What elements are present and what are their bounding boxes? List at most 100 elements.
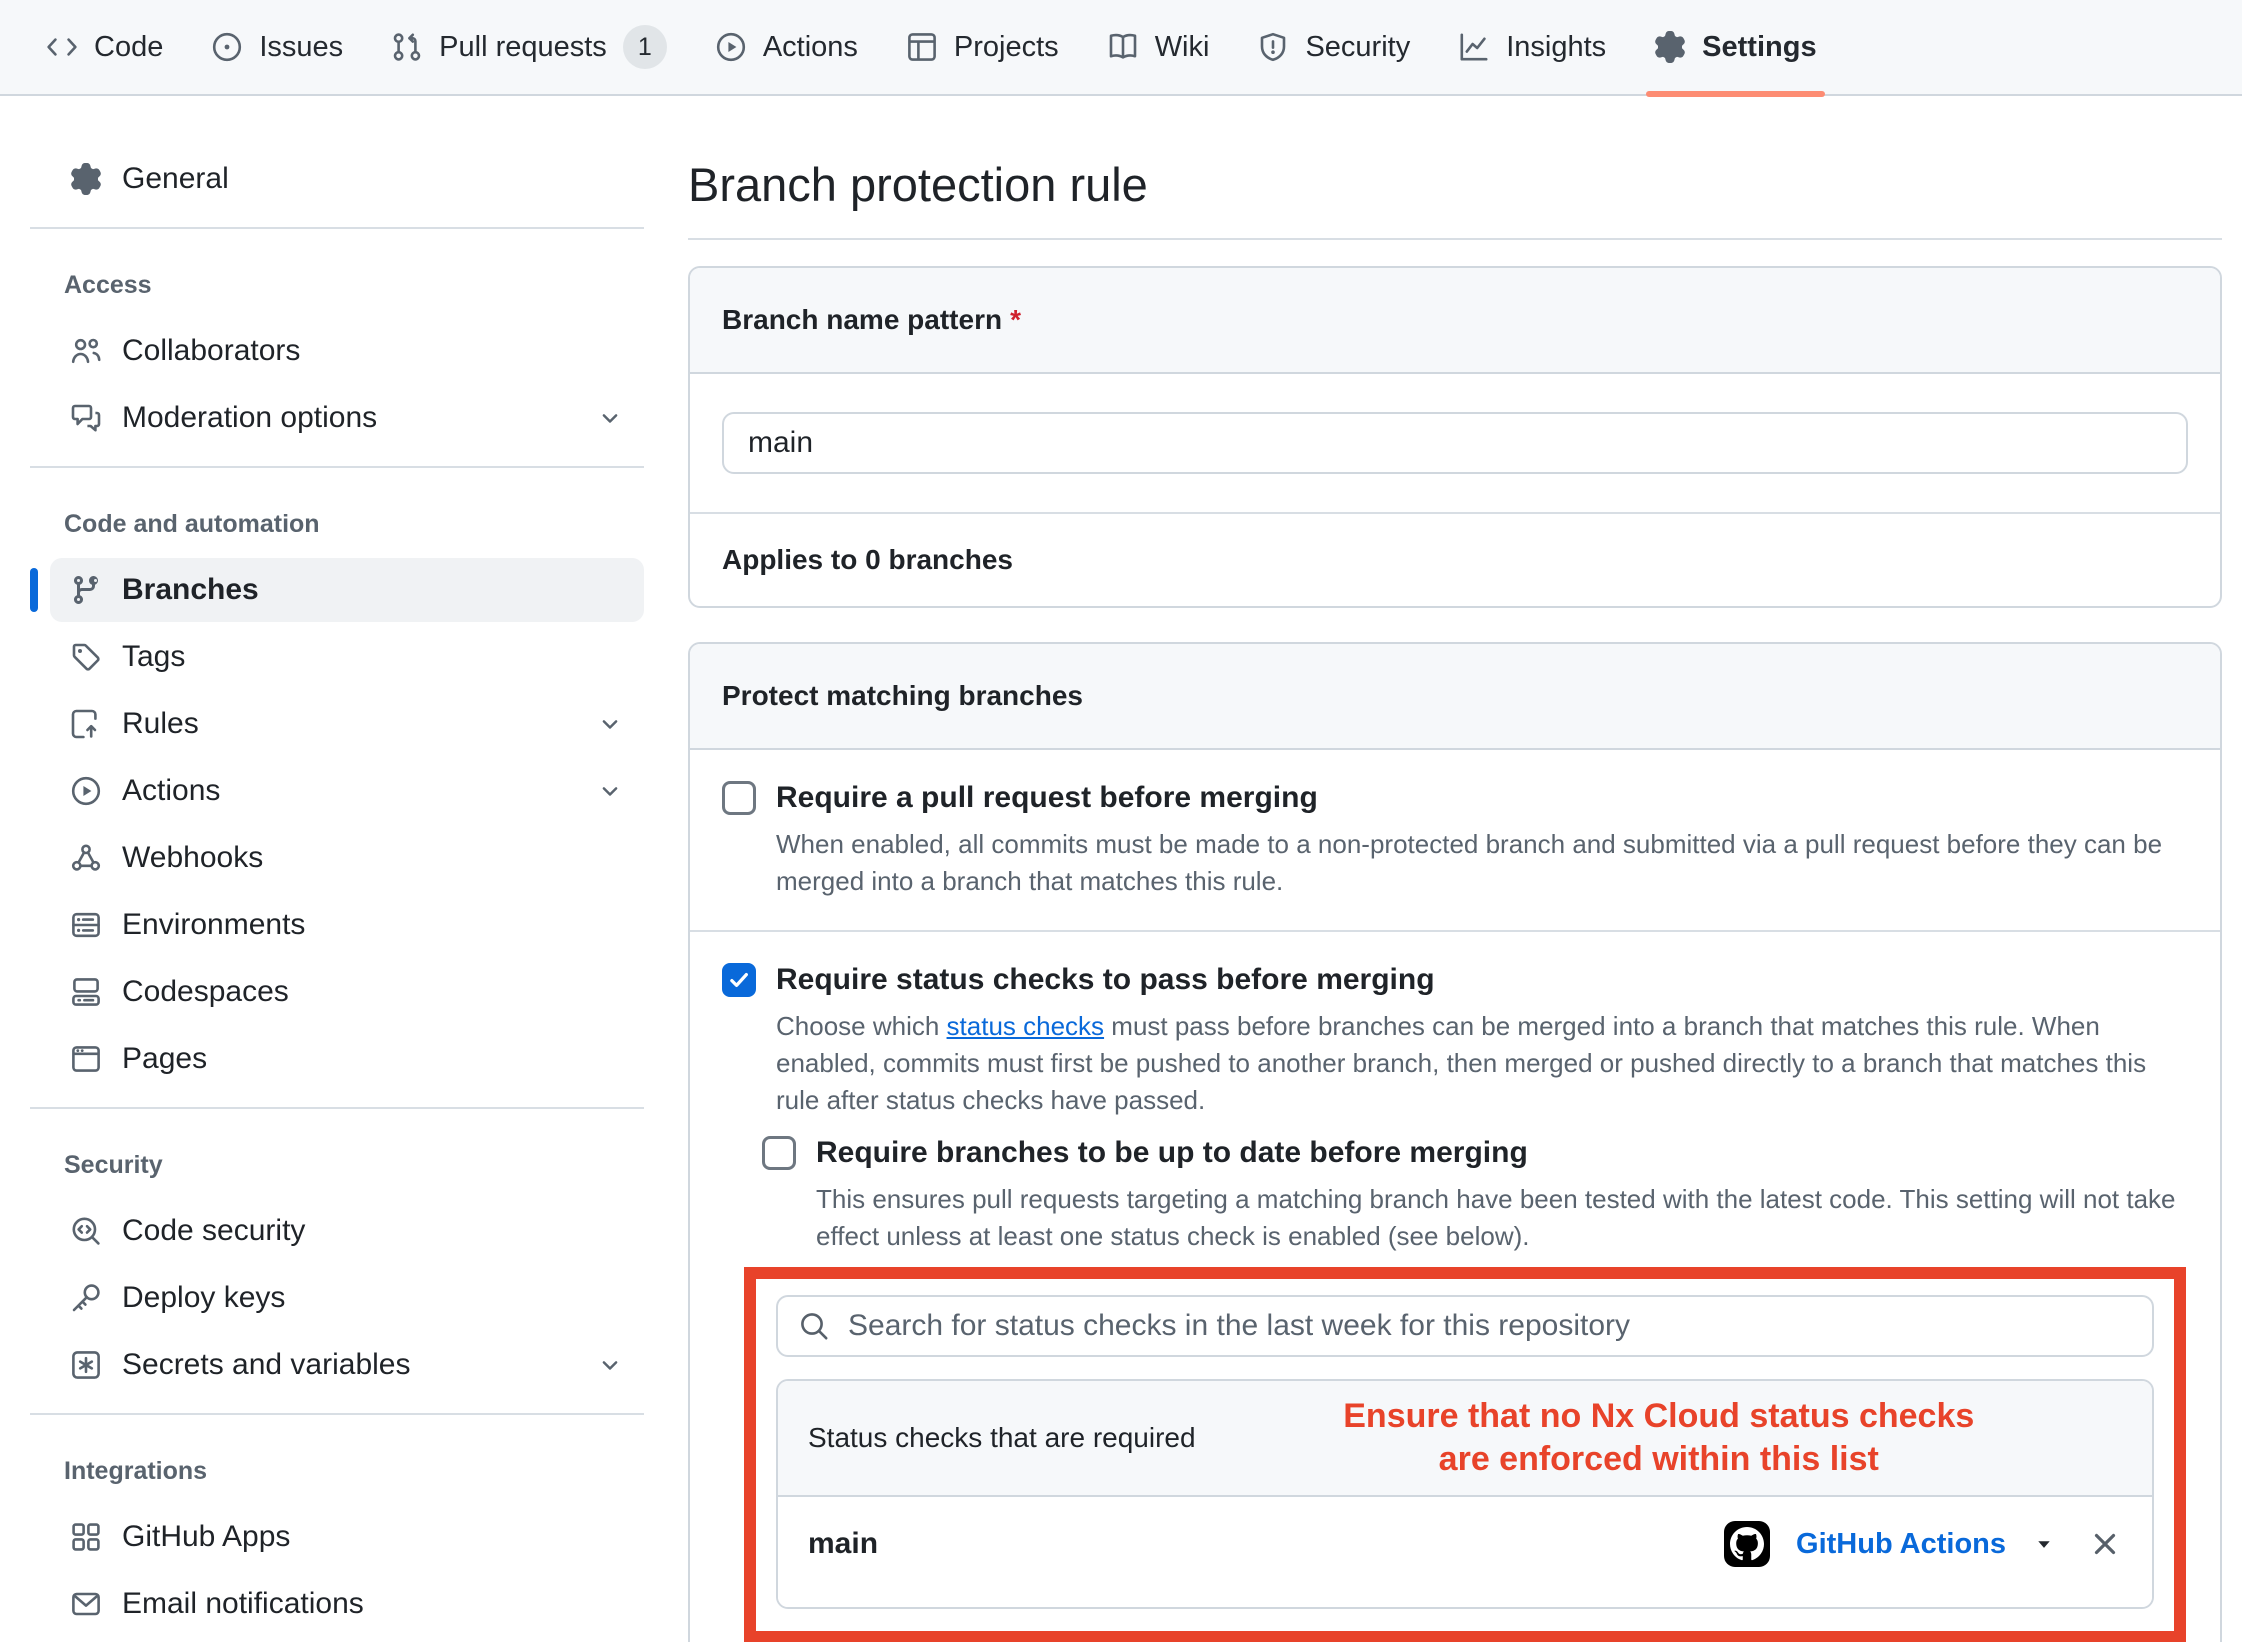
sidebar-item-label: GitHub Apps bbox=[122, 1520, 290, 1554]
require-pull-request-description: When enabled, all commits must be made t… bbox=[776, 826, 2188, 900]
sidebar-item-codespaces[interactable]: Codespaces bbox=[50, 960, 644, 1024]
protect-matching-branches-card: Protect matching branches Require a pull… bbox=[688, 642, 2222, 1642]
sidebar-section-code-and-automation: Code and automation bbox=[30, 484, 660, 555]
sidebar-divider bbox=[30, 1413, 644, 1415]
table-icon bbox=[906, 31, 938, 63]
tag-icon bbox=[70, 641, 102, 673]
required-status-checks-panel: Status checks that are required Ensure t… bbox=[776, 1379, 2154, 1609]
tab-label: Settings bbox=[1702, 31, 1816, 64]
codescan-icon bbox=[70, 1215, 102, 1247]
sidebar-item-tags[interactable]: Tags bbox=[50, 625, 644, 689]
tab-label: Security bbox=[1305, 31, 1410, 64]
chevron-down-icon bbox=[596, 1351, 624, 1379]
sidebar-item-webhooks[interactable]: Webhooks bbox=[50, 826, 644, 890]
require-up-to-date-checkbox[interactable] bbox=[762, 1136, 796, 1170]
tab-code[interactable]: Code bbox=[22, 0, 187, 95]
sidebar-item-code-security[interactable]: Code security bbox=[50, 1199, 644, 1263]
sidebar-item-rules[interactable]: Rules bbox=[50, 692, 644, 756]
issue-icon bbox=[211, 31, 243, 63]
require-status-checks-checkbox[interactable] bbox=[722, 963, 756, 997]
branch-name-pattern-input[interactable] bbox=[722, 412, 2188, 474]
key-icon bbox=[70, 1282, 102, 1314]
sidebar-divider bbox=[30, 466, 644, 468]
applies-to-branches-text: Applies to 0 branches bbox=[690, 512, 2220, 606]
sidebar-item-label: Tags bbox=[122, 640, 185, 674]
gear-icon bbox=[1654, 31, 1686, 63]
tab-security[interactable]: Security bbox=[1233, 0, 1434, 95]
sidebar-item-deploy-keys[interactable]: Deploy keys bbox=[50, 1266, 644, 1330]
shield-icon bbox=[1257, 31, 1289, 63]
tab-label: Wiki bbox=[1155, 31, 1210, 64]
github-mark-icon bbox=[1730, 1527, 1764, 1561]
book-icon bbox=[1107, 31, 1139, 63]
status-check-name: main bbox=[808, 1527, 878, 1561]
sidebar-item-environments[interactable]: Environments bbox=[50, 893, 644, 957]
tab-insights[interactable]: Insights bbox=[1434, 0, 1630, 95]
comment-discussion-icon bbox=[70, 402, 102, 434]
tab-projects[interactable]: Projects bbox=[882, 0, 1083, 95]
check-icon bbox=[726, 967, 752, 993]
git-pull-request-icon bbox=[391, 31, 423, 63]
require-status-checks-description: Choose which status checks must pass bef… bbox=[776, 1008, 2188, 1119]
search-icon bbox=[798, 1310, 830, 1342]
sidebar-item-moderation-options[interactable]: Moderation options bbox=[50, 386, 644, 450]
sidebar-divider bbox=[30, 1107, 644, 1109]
status-checks-search-input[interactable] bbox=[776, 1295, 2154, 1357]
webhook-icon bbox=[70, 842, 102, 874]
asterisk-box-icon bbox=[70, 1349, 102, 1381]
graph-icon bbox=[1458, 31, 1490, 63]
apps-icon bbox=[70, 1521, 102, 1553]
sidebar-section-integrations: Integrations bbox=[30, 1431, 660, 1502]
tab-label: Insights bbox=[1506, 31, 1606, 64]
require-up-to-date-section: Require branches to be up to date before… bbox=[762, 1133, 2188, 1255]
sidebar-item-label: Pages bbox=[122, 1042, 207, 1076]
sidebar-item-collaborators[interactable]: Collaborators bbox=[50, 319, 644, 383]
required-asterisk: * bbox=[1010, 304, 1021, 335]
sidebar-item-label: Collaborators bbox=[122, 334, 300, 368]
page-title: Branch protection rule bbox=[688, 156, 2222, 214]
sidebar-item-github-apps[interactable]: GitHub Apps bbox=[50, 1505, 644, 1569]
sidebar-item-branches[interactable]: Branches bbox=[50, 558, 644, 622]
github-actions-link[interactable]: GitHub Actions bbox=[1796, 1528, 2006, 1561]
sidebar-item-secrets-and-variables[interactable]: Secrets and variables bbox=[50, 1333, 644, 1397]
mail-icon bbox=[70, 1588, 102, 1620]
tab-pull-requests[interactable]: Pull requests 1 bbox=[367, 0, 691, 95]
status-checks-link[interactable]: status checks bbox=[947, 1011, 1105, 1041]
main-content: Branch protection rule Branch name patte… bbox=[660, 96, 2242, 1642]
repo-tab-bar: Code Issues Pull requests 1 Actions Proj… bbox=[0, 0, 2242, 96]
chevron-down-icon bbox=[596, 710, 624, 738]
branch-name-pattern-card: Branch name pattern* Applies to 0 branch… bbox=[688, 266, 2222, 608]
remove-status-check-button[interactable] bbox=[2088, 1527, 2122, 1561]
tab-label: Pull requests bbox=[439, 31, 607, 64]
tab-actions[interactable]: Actions bbox=[691, 0, 882, 95]
tab-issues[interactable]: Issues bbox=[187, 0, 367, 95]
sidebar-item-pages[interactable]: Pages bbox=[50, 1027, 644, 1091]
require-up-to-date-description: This ensures pull requests targeting a m… bbox=[816, 1181, 2188, 1255]
sidebar-item-general[interactable]: General bbox=[50, 147, 644, 211]
codespaces-icon bbox=[70, 976, 102, 1008]
play-icon bbox=[715, 31, 747, 63]
github-actions-avatar bbox=[1724, 1521, 1770, 1567]
people-icon bbox=[70, 335, 102, 367]
settings-sidebar: General Access Collaborators Moderation … bbox=[0, 96, 660, 1639]
play-icon bbox=[70, 775, 102, 807]
sidebar-item-label: General bbox=[122, 162, 229, 196]
sidebar-item-label: Actions bbox=[122, 774, 220, 808]
tab-wiki[interactable]: Wiki bbox=[1083, 0, 1234, 95]
sidebar-section-security: Security bbox=[30, 1125, 660, 1196]
code-icon bbox=[46, 31, 78, 63]
tab-settings[interactable]: Settings bbox=[1630, 0, 1840, 95]
sidebar-item-email-notifications[interactable]: Email notifications bbox=[50, 1572, 644, 1636]
sidebar-item-label: Deploy keys bbox=[122, 1281, 285, 1315]
require-status-checks-section: Require status checks to pass before mer… bbox=[690, 930, 2220, 1642]
require-status-checks-label: Require status checks to pass before mer… bbox=[776, 960, 1435, 1000]
branch-name-pattern-header: Branch name pattern* bbox=[690, 268, 2220, 374]
sidebar-item-label: Environments bbox=[122, 908, 305, 942]
require-pull-request-checkbox[interactable] bbox=[722, 781, 756, 815]
sidebar-item-label: Secrets and variables bbox=[122, 1348, 411, 1382]
status-check-dropdown-button[interactable] bbox=[2032, 1529, 2062, 1559]
sidebar-item-actions[interactable]: Actions bbox=[50, 759, 644, 823]
server-icon bbox=[70, 909, 102, 941]
require-pull-request-label: Require a pull request before merging bbox=[776, 778, 1318, 818]
require-up-to-date-label: Require branches to be up to date before… bbox=[816, 1133, 1528, 1173]
